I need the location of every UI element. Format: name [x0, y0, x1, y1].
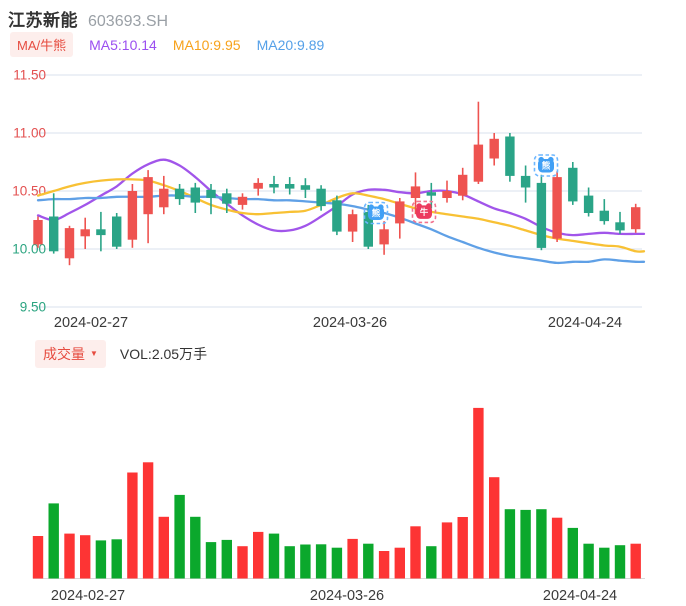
volume-bar[interactable] — [284, 546, 295, 579]
candle[interactable] — [473, 101, 484, 184]
candle[interactable] — [583, 187, 594, 217]
volume-bar[interactable] — [253, 531, 264, 579]
volume-bar[interactable] — [315, 544, 327, 579]
candle[interactable] — [520, 165, 531, 203]
candle[interactable] — [489, 133, 499, 166]
volume-bar[interactable] — [347, 538, 358, 579]
volume-bar[interactable] — [378, 551, 390, 579]
chevron-down-icon: ▼ — [90, 349, 98, 358]
volume-bar[interactable] — [363, 543, 374, 579]
volume-bar[interactable] — [614, 545, 626, 579]
volume-bar[interactable] — [536, 509, 547, 579]
candle[interactable] — [80, 217, 90, 249]
volume-bar[interactable] — [489, 477, 500, 579]
candle[interactable] — [552, 171, 562, 242]
candle[interactable] — [127, 184, 138, 248]
candle[interactable] — [64, 225, 75, 266]
candle[interactable] — [96, 211, 106, 252]
price-x-axis-label: 2024-04-24 — [548, 315, 622, 331]
volume-bar[interactable] — [127, 472, 138, 579]
volume-bar[interactable] — [174, 494, 185, 579]
candle[interactable] — [253, 178, 263, 196]
price-x-axis-label: 2024-03-26 — [313, 315, 387, 331]
volume-bar[interactable] — [504, 509, 516, 579]
candle[interactable] — [379, 221, 389, 255]
volume-bar[interactable] — [394, 547, 405, 579]
y-axis-label: 10.50 — [12, 184, 46, 199]
candlestick-volume-chart[interactable]: 11.5011.0010.5010.009.502024-02-27 2024-0… — [0, 0, 686, 606]
candle[interactable] — [631, 203, 641, 233]
candle[interactable] — [599, 199, 609, 225]
volume-bar[interactable] — [331, 547, 343, 579]
candle[interactable] — [174, 184, 185, 205]
y-axis-label: 11.50 — [13, 68, 46, 83]
volume-x-axis-label: 2024-03-26 — [310, 588, 384, 604]
volume-bar[interactable] — [158, 516, 169, 579]
volume-bar[interactable] — [583, 543, 594, 579]
volume-x-axis-label: 2024-02-27 — [51, 588, 125, 604]
candle[interactable] — [458, 167, 468, 201]
candle[interactable] — [505, 133, 515, 182]
volume-bar[interactable] — [567, 527, 578, 579]
volume-indicator-label: 成交量 — [43, 346, 85, 362]
volume-bar[interactable] — [300, 544, 311, 579]
candle[interactable] — [190, 182, 200, 213]
volume-x-axis-label: 2024-04-24 — [543, 588, 617, 604]
volume-bar[interactable] — [142, 462, 154, 579]
candle[interactable] — [615, 211, 625, 234]
volume-bar[interactable] — [441, 522, 453, 579]
svg-text:牛: 牛 — [420, 207, 429, 217]
svg-text:熊: 熊 — [372, 208, 381, 218]
volume-bar[interactable] — [410, 526, 421, 579]
candle[interactable] — [300, 178, 311, 198]
volume-panel-header: 成交量 ▼ VOL:2.05万手 — [35, 340, 207, 368]
candle[interactable] — [536, 174, 547, 251]
volume-bar[interactable] — [111, 539, 122, 579]
volume-bar[interactable] — [95, 540, 107, 579]
candle[interactable] — [49, 193, 59, 254]
volume-bar[interactable] — [268, 533, 280, 579]
volume-bar[interactable] — [426, 546, 437, 579]
volume-bar[interactable] — [205, 542, 217, 579]
volume-bar[interactable] — [80, 535, 91, 579]
volume-bar[interactable] — [64, 533, 75, 579]
volume-bar[interactable] — [237, 546, 248, 579]
candle[interactable] — [285, 177, 295, 195]
candle[interactable] — [159, 175, 169, 215]
candle[interactable] — [332, 195, 342, 236]
candle[interactable] — [568, 162, 578, 205]
candle[interactable] — [395, 198, 405, 239]
y-axis-label: 11.00 — [13, 126, 46, 141]
volume-bar[interactable] — [599, 547, 610, 579]
volume-bar[interactable] — [32, 536, 44, 579]
candle[interactable] — [237, 193, 248, 210]
y-axis-label: 9.50 — [20, 300, 46, 315]
price-x-axis-label: 2024-02-27 — [54, 315, 128, 331]
volume-bar[interactable] — [457, 517, 468, 579]
volume-bar[interactable] — [221, 539, 232, 579]
candle[interactable] — [143, 170, 153, 244]
candle[interactable] — [442, 180, 452, 203]
volume-indicator-dropdown[interactable]: 成交量 ▼ — [35, 340, 106, 368]
volume-bar[interactable] — [520, 509, 531, 579]
volume-bar[interactable] — [630, 543, 641, 579]
volume-bar[interactable] — [551, 517, 563, 579]
volume-bar[interactable] — [190, 516, 201, 579]
candle[interactable] — [112, 213, 122, 249]
volume-bar[interactable] — [48, 503, 59, 579]
volume-readout: VOL:2.05万手 — [119, 346, 208, 362]
candle[interactable] — [347, 209, 358, 242]
volume-bar[interactable] — [473, 407, 484, 579]
svg-text:熊: 熊 — [542, 161, 551, 171]
candle[interactable] — [33, 216, 43, 248]
bear-signal-marker[interactable]: 熊 — [533, 154, 559, 177]
